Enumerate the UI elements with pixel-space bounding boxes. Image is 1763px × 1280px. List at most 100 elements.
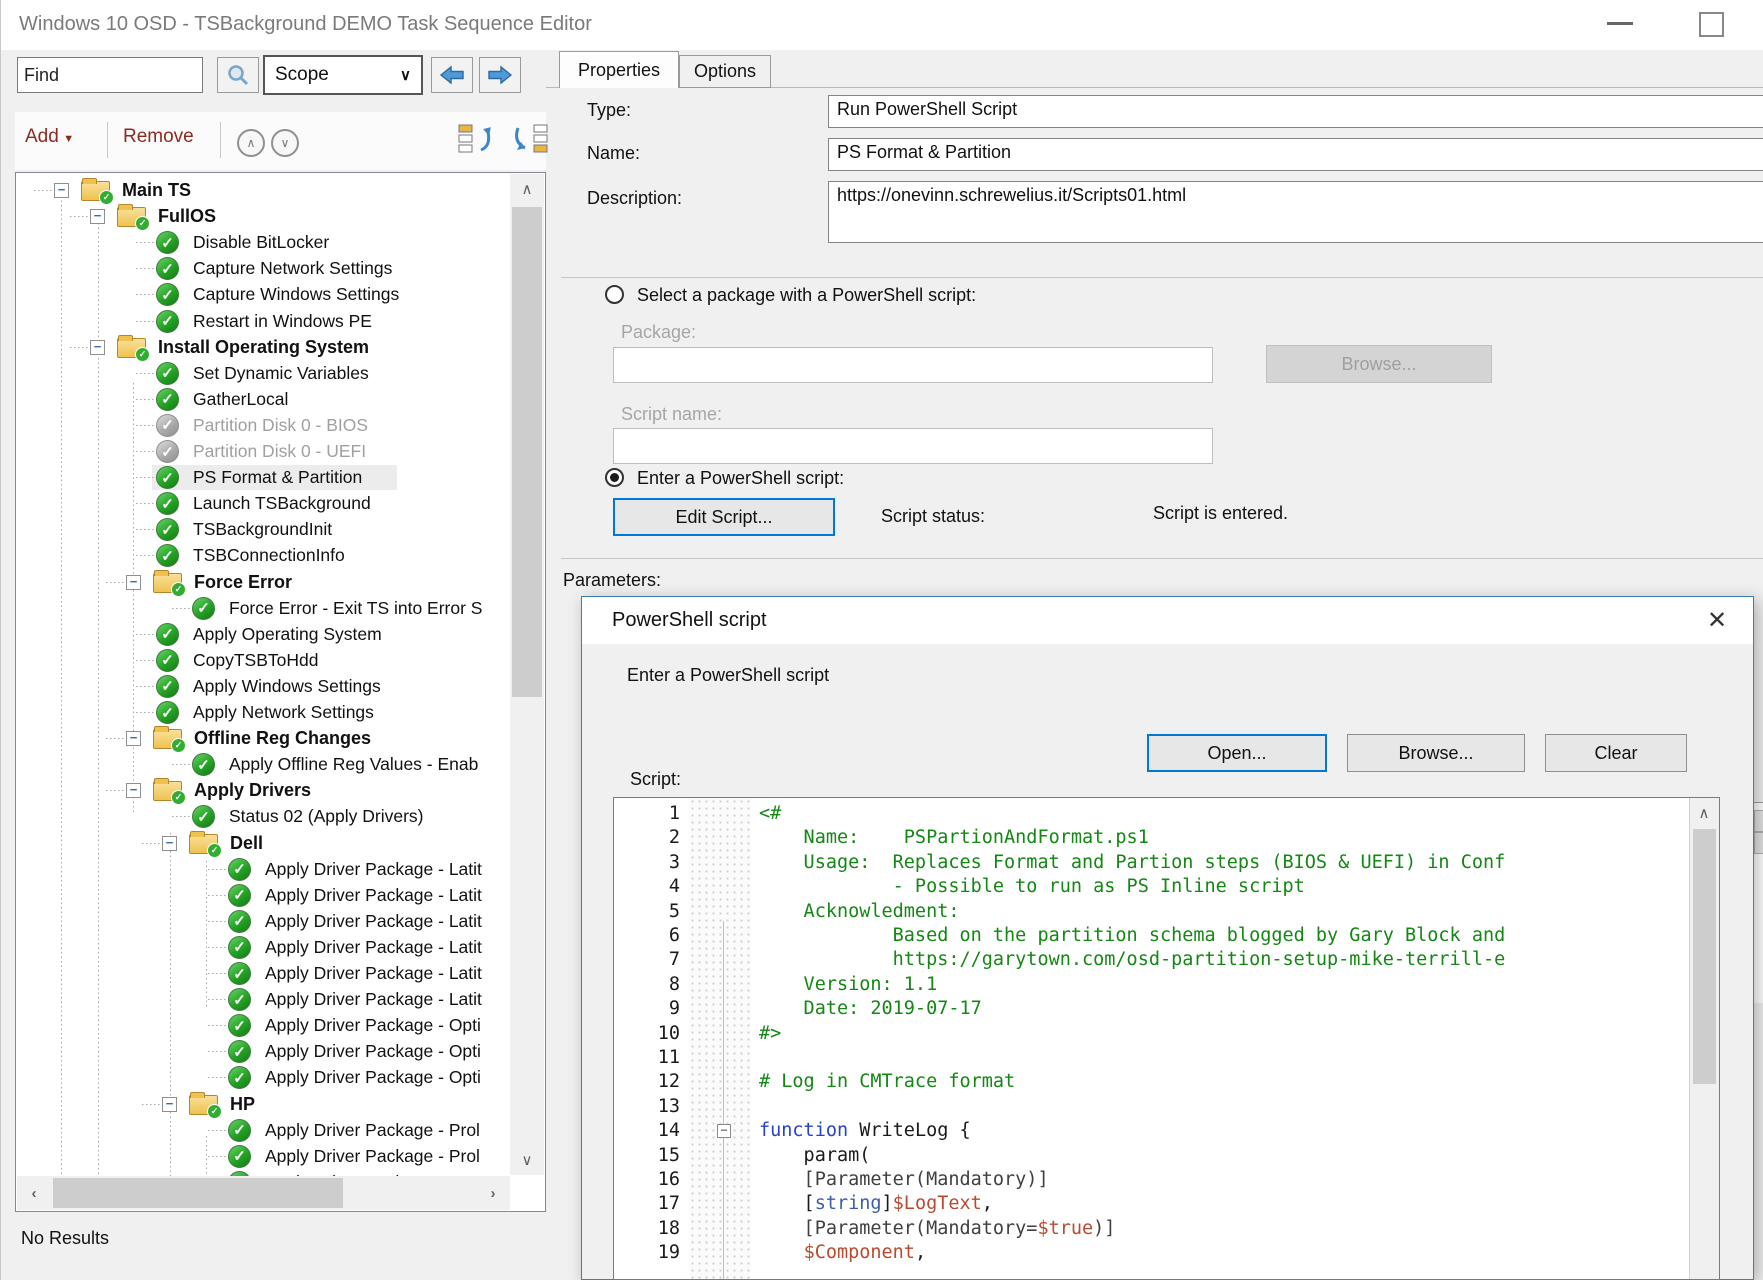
tree-hscroll-thumb[interactable] (53, 1178, 343, 1208)
tree-folder-row[interactable]: −✓Main TS (16, 178, 508, 204)
scroll-down-icon[interactable]: ∨ (510, 1145, 544, 1175)
tree-step-row[interactable]: ✓Restart in Windows PE (16, 309, 508, 335)
tree-step-row[interactable]: ✓Apply Driver Package - Latit (16, 961, 508, 987)
find-previous-button[interactable] (431, 57, 473, 93)
spinner-up-button[interactable] (1754, 810, 1763, 832)
collapse-icon[interactable]: − (90, 340, 105, 355)
scope-dropdown[interactable]: Scope ∨ (263, 55, 423, 95)
collapse-icon[interactable]: − (126, 783, 141, 798)
tree-connector-stub (136, 451, 154, 452)
tree-step-row[interactable]: ✓Set Dynamic Variables (16, 361, 508, 387)
tree-step-row[interactable]: ✓Capture Network Settings (16, 256, 508, 282)
scroll-up-icon[interactable]: ∧ (510, 174, 544, 204)
tree-step-row[interactable]: ✓Apply Driver Package - Prol (16, 1144, 508, 1170)
outdent-step-button[interactable] (457, 122, 495, 156)
package-label: Package: (621, 322, 696, 343)
collapse-icon[interactable]: − (162, 836, 177, 851)
tree-step-row[interactable]: ✓Apply Driver Package - Latit (16, 857, 508, 883)
clear-button[interactable]: Clear (1545, 734, 1687, 772)
name-field[interactable]: PS Format & Partition (828, 138, 1763, 171)
tree-step-row[interactable]: ✓Partition Disk 0 - UEFI (16, 439, 508, 465)
tree-folder-row[interactable]: −✓FullOS (16, 204, 508, 230)
tree-step-row[interactable]: ✓Partition Disk 0 - BIOS (16, 413, 508, 439)
tree-step-row[interactable]: ✓Status 02 (Apply Drivers) (16, 804, 508, 830)
edit-script-button[interactable]: Edit Script... (613, 498, 835, 536)
line-number: 1 (614, 802, 680, 826)
tab-options[interactable]: Options (679, 55, 771, 88)
browse-button[interactable]: Browse... (1347, 734, 1525, 772)
find-next-button[interactable] (479, 57, 521, 93)
tree-step-row[interactable]: ✓PS Format & Partition (16, 465, 508, 491)
tree-step-row[interactable]: ✓Apply Driver Package - Latit (16, 883, 508, 909)
tree-step-row[interactable]: ✓Launch TSBackground (16, 491, 508, 517)
description-field[interactable]: https://onevinn.schrewelius.it/Scripts01… (828, 181, 1763, 243)
tree-step-row[interactable]: ✓Apply Operating System (16, 622, 508, 648)
script-editor[interactable]: 1<#2 Name: PSPartionAndFormat.ps13 Usage… (613, 797, 1720, 1280)
scroll-right-icon[interactable]: › (478, 1176, 508, 1210)
tree-step-row[interactable]: ✓Apply Network Settings (16, 700, 508, 726)
spinner-down-button[interactable] (1754, 832, 1763, 854)
find-input[interactable] (17, 57, 203, 93)
collapse-icon[interactable]: − (162, 1097, 177, 1112)
tree-connector-stub (136, 399, 154, 400)
indent-step-button[interactable] (511, 122, 549, 156)
tree-step-row[interactable]: ✓TSBackgroundInit (16, 517, 508, 543)
close-icon[interactable]: ✕ (1699, 603, 1735, 637)
editor-vscroll-thumb[interactable] (1693, 829, 1716, 1084)
tree-horizontal-scrollbar[interactable]: ‹ › (17, 1176, 510, 1210)
tree-step-row[interactable]: ✓Apply Offline Reg Values - Enab (16, 752, 508, 778)
tree-step-row[interactable]: ✓Apply Driver Package - Opti (16, 1039, 508, 1065)
tree-step-row[interactable]: ✓TSBConnectionInfo (16, 543, 508, 569)
editor-vertical-scrollbar[interactable]: ∧ (1689, 798, 1719, 1279)
tree-folder-row[interactable]: −✓Dell (16, 831, 508, 857)
tree-step-row[interactable]: ✓Disable BitLocker (16, 230, 508, 256)
step-check-icon: ✓ (228, 858, 251, 881)
tree-item-label: Apply Windows Settings (193, 676, 381, 697)
tree-step-row[interactable]: ✓CopyTSBToHdd (16, 648, 508, 674)
tree-step-row[interactable]: ✓Apply Driver Package - Opti (16, 1065, 508, 1091)
add-button[interactable]: Add ▼ (25, 126, 74, 148)
tree-step-row[interactable]: ✓GatherLocal (16, 387, 508, 413)
tree-step-row[interactable]: ✓Apply Driver Package - Prol (16, 1118, 508, 1144)
tree-step-row[interactable]: ✓Apply Windows Settings (16, 674, 508, 700)
code-line: 1<# (614, 802, 1719, 826)
tree-step-row[interactable]: ✓Apply Driver Package - Latit (16, 987, 508, 1013)
code-fold-icon[interactable]: − (717, 1124, 731, 1138)
collapse-icon[interactable]: − (54, 183, 69, 198)
tab-properties[interactable]: Properties (559, 51, 679, 88)
tree-folder-row[interactable]: −✓Install Operating System (16, 335, 508, 361)
code-text: - Possible to run as PS Inline script (759, 875, 1305, 899)
move-up-button[interactable]: ∧ (237, 129, 265, 157)
tree-item-label: Launch TSBackground (193, 493, 371, 514)
code-line: 11 (614, 1046, 1719, 1070)
tree-folder-row[interactable]: −✓HP (16, 1092, 508, 1118)
select-package-radio[interactable] (605, 285, 624, 304)
tree-item-label: TSBConnectionInfo (193, 545, 345, 566)
tree-folder-row[interactable]: −✓Offline Reg Changes (16, 726, 508, 752)
tree-connector-stub (208, 999, 226, 1000)
code-line: 4 - Possible to run as PS Inline script (614, 875, 1719, 899)
collapse-icon[interactable]: − (90, 209, 105, 224)
scroll-up-icon[interactable]: ∧ (1690, 800, 1718, 826)
maximize-icon[interactable] (1699, 12, 1724, 37)
collapse-icon[interactable]: − (126, 575, 141, 590)
collapse-icon[interactable]: − (126, 731, 141, 746)
move-down-button[interactable]: ∨ (271, 129, 299, 157)
tree-step-row[interactable]: ✓Apply Driver Package - Opti (16, 1013, 508, 1039)
tree-vertical-scrollbar[interactable]: ∧ ∨ (510, 174, 544, 1175)
search-button[interactable] (217, 57, 259, 93)
tree-step-row[interactable]: ✓Apply Driver Package - Latit (16, 909, 508, 935)
tree-vscroll-thumb[interactable] (512, 207, 542, 697)
tree-step-row[interactable]: ✓Force Error - Exit TS into Error S (16, 596, 508, 622)
enter-script-radio[interactable] (605, 468, 624, 487)
tree-folder-row[interactable]: −✓Force Error (16, 570, 508, 596)
tree-folder-row[interactable]: −✓Apply Drivers (16, 778, 508, 804)
tree-step-row[interactable]: ✓Apply Driver Package - Latit (16, 935, 508, 961)
step-check-icon: ✓ (228, 988, 251, 1011)
package-browse-label: Browse... (1341, 354, 1416, 375)
tree-step-row[interactable]: ✓Capture Windows Settings (16, 282, 508, 308)
open-button[interactable]: Open... (1147, 734, 1327, 772)
remove-button[interactable]: Remove (123, 126, 194, 148)
scroll-left-icon[interactable]: ‹ (19, 1176, 49, 1210)
minimize-icon[interactable] (1607, 22, 1633, 25)
